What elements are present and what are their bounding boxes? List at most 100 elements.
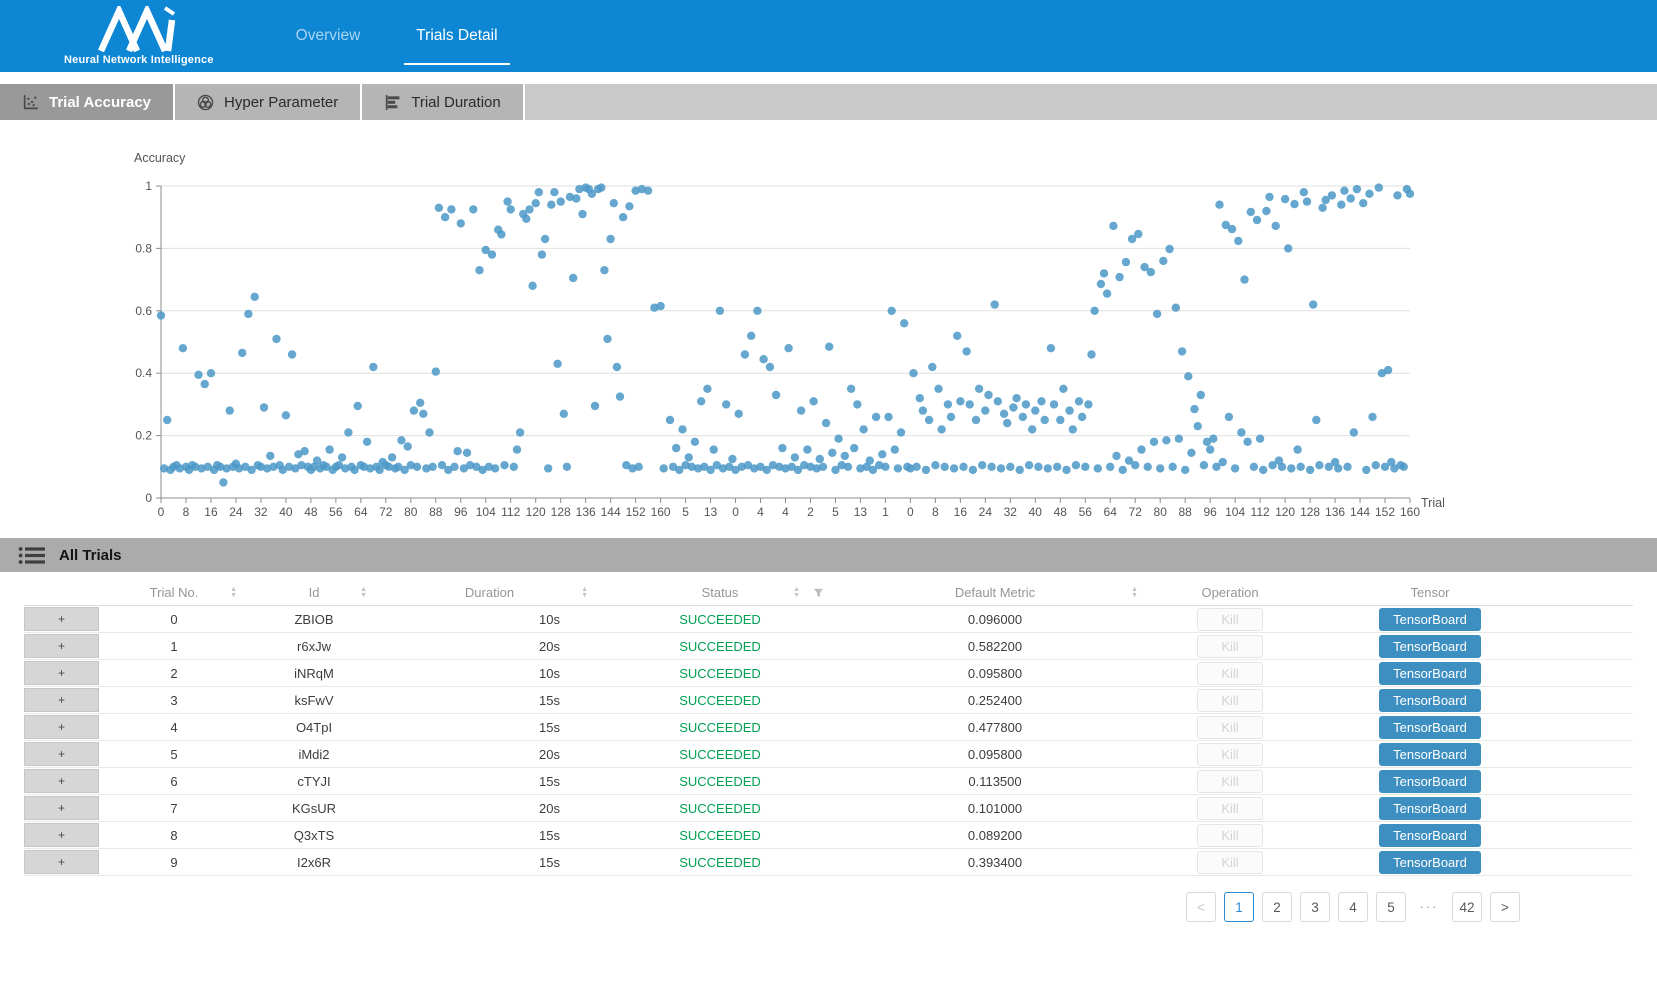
x-tick-label: 72 (379, 505, 393, 519)
sort-icon[interactable]: ▲▼ (793, 587, 800, 599)
page-button-3[interactable]: 3 (1300, 892, 1330, 922)
row-expand-button[interactable]: + (24, 850, 99, 874)
column-label: Tensor (1410, 585, 1449, 600)
tensorboard-button[interactable]: TensorBoard (1379, 662, 1481, 685)
sort-icon[interactable]: ▲▼ (1131, 587, 1138, 599)
scatter-point (475, 266, 483, 274)
top-bar: Neural Network Intelligence Overview Tri… (0, 0, 1657, 72)
scatter-point (1234, 237, 1242, 245)
kill-button[interactable]: Kill (1197, 662, 1263, 685)
cell-id: iNRqM (249, 660, 379, 686)
row-expand-button[interactable]: + (24, 661, 99, 685)
x-tick-label: 8 (183, 505, 190, 519)
kill-button[interactable]: Kill (1197, 743, 1263, 766)
pagination-prev-button[interactable]: < (1186, 892, 1216, 922)
kill-button[interactable]: Kill (1197, 716, 1263, 739)
kill-button[interactable]: Kill (1197, 824, 1263, 847)
tensorboard-button[interactable]: TensorBoard (1379, 635, 1481, 658)
scatter-point (1047, 344, 1055, 352)
sort-icon[interactable]: ▲▼ (581, 587, 588, 599)
row-expand-button[interactable]: + (24, 823, 99, 847)
row-expand-button[interactable]: + (24, 796, 99, 820)
nav-tab-trials-detail[interactable]: Trials Detail (402, 0, 511, 72)
cell-tensor: TensorBoard (1310, 822, 1550, 848)
kill-button[interactable]: Kill (1197, 851, 1263, 874)
kill-button[interactable]: Kill (1197, 635, 1263, 658)
sort-icon[interactable]: ▲▼ (360, 587, 367, 599)
scatter-point (1062, 466, 1070, 474)
cell-default-metric-value: 0.095800 (968, 666, 1022, 681)
cell-default-metric: 0.089200 (840, 822, 1150, 848)
column-label: Id (309, 585, 320, 600)
x-tick-label: 40 (1029, 505, 1043, 519)
row-expand-button[interactable]: + (24, 688, 99, 712)
tensorboard-button[interactable]: TensorBoard (1379, 608, 1481, 631)
page-button-5[interactable]: 5 (1376, 892, 1406, 922)
row-expand-button[interactable]: + (24, 769, 99, 793)
row-expand-button[interactable]: + (24, 634, 99, 658)
cell-status: SUCCEEDED (600, 714, 840, 740)
cell-operation: Kill (1150, 768, 1310, 794)
page-button-1[interactable]: 1 (1224, 892, 1254, 922)
scatter-point (1150, 438, 1158, 446)
scatter-point (797, 406, 805, 414)
cell-default-metric: 0.096000 (840, 606, 1150, 632)
tensorboard-button[interactable]: TensorBoard (1379, 824, 1481, 847)
scatter-point (1209, 435, 1217, 443)
row-expand-button[interactable]: + (24, 607, 99, 631)
x-tick-label: 32 (254, 505, 268, 519)
scatter-point (1012, 394, 1020, 402)
row-expand-button[interactable]: + (24, 742, 99, 766)
tab-hyper-parameter[interactable]: Hyper Parameter (175, 84, 362, 120)
cell-trial-no: 4 (99, 714, 249, 740)
row-expand-button[interactable]: + (24, 715, 99, 739)
scatter-point (625, 202, 633, 210)
scatter-point (1231, 464, 1239, 472)
cell-default-metric-value: 0.095800 (968, 747, 1022, 762)
kill-button[interactable]: Kill (1197, 797, 1263, 820)
cell-status-value: SUCCEEDED (679, 612, 761, 627)
scatter-point (1328, 191, 1336, 199)
nav-tab-overview-label: Overview (296, 27, 361, 45)
cell-spacer (1550, 822, 1633, 848)
x-tick-label: 4 (782, 505, 789, 519)
cell-status: SUCCEEDED (600, 606, 840, 632)
nav-tab-overview[interactable]: Overview (282, 0, 375, 72)
scatter-point (1197, 391, 1205, 399)
sort-icon[interactable]: ▲▼ (230, 587, 237, 599)
filter-icon[interactable] (813, 587, 824, 598)
kill-button[interactable]: Kill (1197, 770, 1263, 793)
scatter-point (1262, 207, 1270, 215)
tensorboard-button[interactable]: TensorBoard (1379, 689, 1481, 712)
tensorboard-button[interactable]: TensorBoard (1379, 716, 1481, 739)
tensorboard-button[interactable]: TensorBoard (1379, 797, 1481, 820)
cell-spacer (1550, 795, 1633, 821)
scatter-point (1300, 188, 1308, 196)
scatter-point (610, 199, 618, 207)
tensorboard-button[interactable]: TensorBoard (1379, 851, 1481, 874)
cell-default-metric-value: 0.096000 (968, 612, 1022, 627)
cell-status: SUCCEEDED (600, 741, 840, 767)
scatter-point (660, 464, 668, 472)
scatter-point (1028, 425, 1036, 433)
tab-trial-duration[interactable]: Trial Duration (362, 84, 524, 120)
tensorboard-button[interactable]: TensorBoard (1379, 743, 1481, 766)
kill-button[interactable]: Kill (1197, 608, 1263, 631)
scatter-point (1309, 300, 1317, 308)
x-tick-label: 5 (682, 505, 689, 519)
kill-button[interactable]: Kill (1197, 689, 1263, 712)
page-button-4[interactable]: 4 (1338, 892, 1368, 922)
pagination-next-button[interactable]: > (1490, 892, 1520, 922)
scatter-point (1103, 289, 1111, 297)
scatter-point (1372, 461, 1380, 469)
tensorboard-button[interactable]: TensorBoard (1379, 770, 1481, 793)
scatter-point (338, 453, 346, 461)
tab-trial-accuracy[interactable]: Trial Accuracy (0, 84, 175, 120)
scatter-point (429, 463, 437, 471)
scatter-point (1181, 466, 1189, 474)
cell-status-value: SUCCEEDED (679, 693, 761, 708)
page-button-42[interactable]: 42 (1452, 892, 1482, 922)
scatter-point (532, 199, 540, 207)
hyper-parameter-icon (197, 94, 214, 111)
page-button-2[interactable]: 2 (1262, 892, 1292, 922)
